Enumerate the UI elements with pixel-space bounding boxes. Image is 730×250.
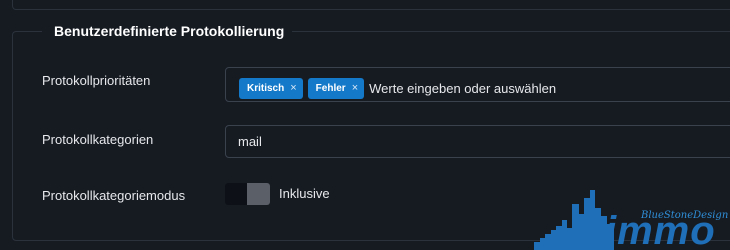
tag-kritisch: Kritisch × bbox=[239, 77, 303, 99]
watermark-skyline-icon bbox=[534, 190, 614, 250]
tag-remove-icon[interactable]: × bbox=[352, 82, 358, 94]
settings-page: Benutzerdefinierte Protokollierung Proto… bbox=[0, 0, 730, 250]
priorities-label: Protokollprioritäten bbox=[42, 73, 151, 88]
priorities-search-input[interactable] bbox=[369, 78, 730, 98]
category-mode-label: Protokollkategoriemodus bbox=[42, 188, 186, 203]
tag-label: Fehler bbox=[315, 82, 346, 94]
categories-input[interactable] bbox=[238, 134, 718, 149]
watermark-logo-word: immo bbox=[605, 209, 716, 250]
tag-fehler: Fehler × bbox=[307, 77, 365, 99]
categories-field bbox=[225, 125, 730, 158]
toggle-label: Inklusive bbox=[279, 186, 330, 201]
previous-section-panel bbox=[12, 0, 730, 10]
toggle-knob bbox=[247, 183, 270, 205]
toggle-track bbox=[225, 183, 247, 205]
tag-label: Kritisch bbox=[247, 82, 285, 94]
priorities-multiselect[interactable]: Kritisch × Fehler × bbox=[225, 67, 730, 102]
categories-label: Protokollkategorien bbox=[42, 132, 154, 147]
category-mode-toggle[interactable] bbox=[225, 183, 270, 205]
section-title: Benutzerdefinierte Protokollierung bbox=[42, 22, 293, 40]
tag-remove-icon[interactable]: × bbox=[290, 82, 296, 94]
